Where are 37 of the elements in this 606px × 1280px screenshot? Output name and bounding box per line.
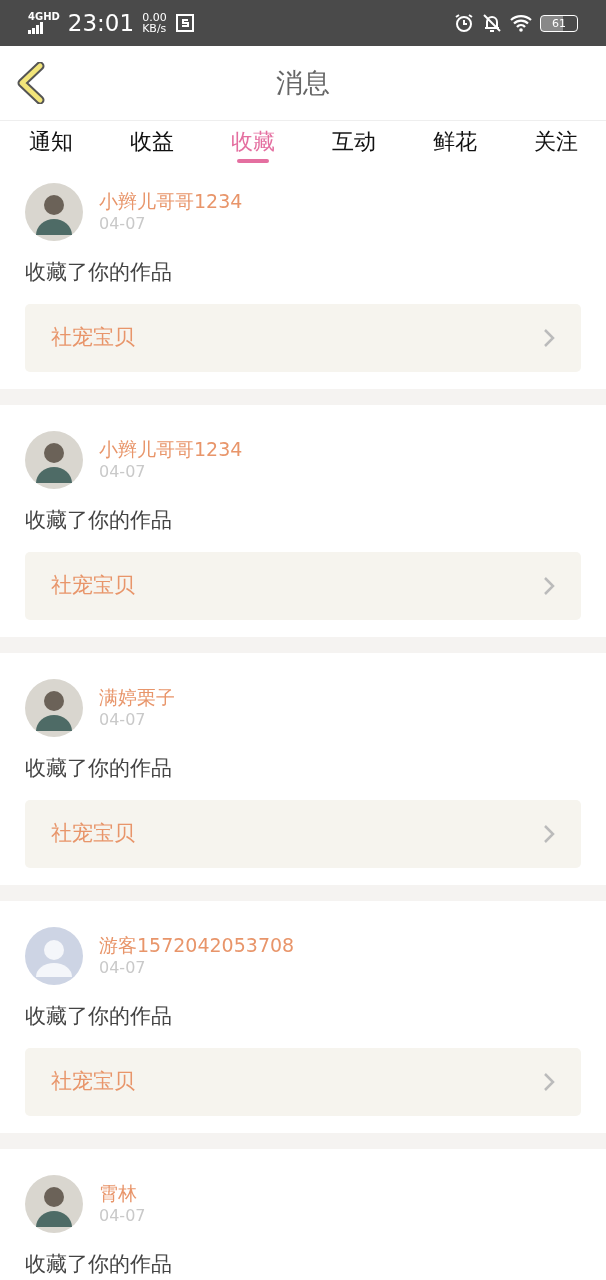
message-text: 收藏了你的作品 <box>25 755 173 782</box>
chevron-right-icon <box>543 328 555 348</box>
speed-unit: KB/s <box>142 23 167 34</box>
work-link[interactable]: 社宠宝贝 <box>25 552 581 620</box>
user-name[interactable]: 小辫儿哥哥1234 <box>99 189 243 213</box>
alarm-icon <box>454 13 474 33</box>
message-text: 收藏了你的作品 <box>25 259 173 286</box>
tab[interactable]: 互动 <box>331 129 376 156</box>
signal-icon <box>28 22 44 34</box>
back-button[interactable] <box>16 62 46 104</box>
message-text: 收藏了你的作品 <box>25 507 173 534</box>
work-link[interactable]: 社宠宝贝 <box>25 1048 581 1116</box>
tab[interactable]: 收藏 <box>230 129 275 156</box>
tab[interactable]: 通知 <box>28 129 73 156</box>
tab[interactable]: 鲜花 <box>432 129 477 156</box>
bell-off-icon <box>482 13 502 33</box>
message-text: 收藏了你的作品 <box>25 1003 173 1030</box>
chevron-right-icon <box>543 824 555 844</box>
chevron-right-icon <box>543 576 555 596</box>
chevron-right-icon <box>543 1072 555 1092</box>
tab[interactable]: 关注 <box>533 129 578 156</box>
message-text: 收藏了你的作品 <box>25 1251 173 1278</box>
user-name[interactable]: 满婷栗子 <box>99 685 175 709</box>
clock: 23:01 <box>67 8 135 38</box>
wifi-icon <box>510 14 532 32</box>
screenshot-icon <box>174 13 195 33</box>
page-title: 消息 <box>276 65 330 100</box>
work-link[interactable]: 社宠宝贝 <box>25 800 581 868</box>
user-name[interactable]: 小辫儿哥哥1234 <box>99 437 243 461</box>
network-speed: 0.00 <box>142 12 167 23</box>
user-name[interactable]: 游客1572042053708 <box>99 933 295 957</box>
network-label: 4G <box>28 12 44 22</box>
user-name[interactable]: 霄林 <box>99 1181 146 1205</box>
work-link[interactable]: 社宠宝贝 <box>25 304 581 372</box>
battery-level: 61 <box>552 17 566 29</box>
network-label: HD <box>43 12 60 22</box>
tab[interactable]: 收益 <box>129 129 174 156</box>
